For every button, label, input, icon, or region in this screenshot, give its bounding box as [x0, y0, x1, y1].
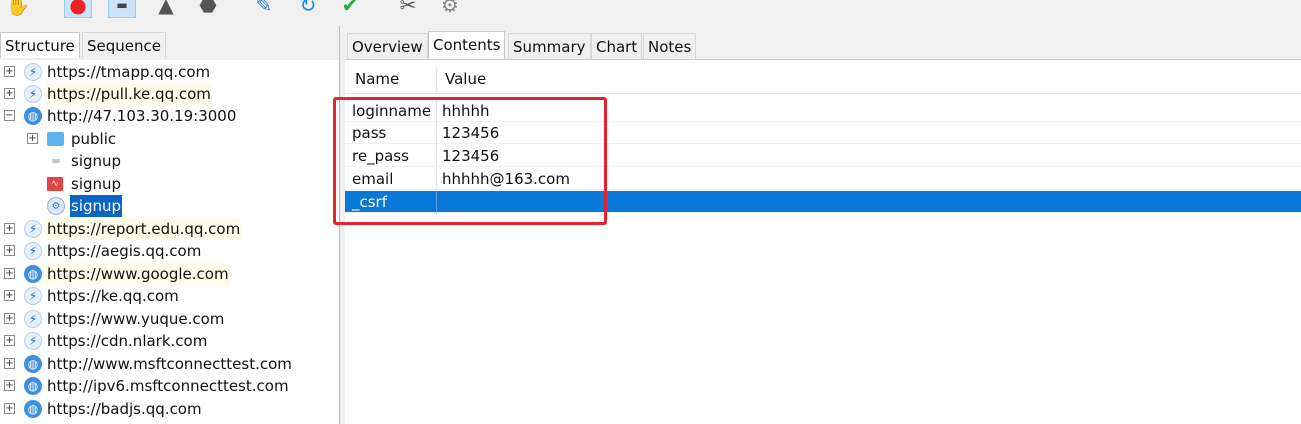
- record-icon[interactable]: ●: [64, 0, 92, 18]
- response-icon: ∿: [47, 177, 63, 191]
- tree-item-label: https://tmapp.qq.com: [47, 63, 211, 81]
- tree-item-label: http://47.103.30.19:3000: [47, 107, 237, 125]
- request-icon: ═: [52, 154, 60, 168]
- tree-row[interactable]: + ◍ https://www.google.com: [0, 263, 339, 285]
- bolt-icon: ⚡: [24, 310, 42, 328]
- tree-row[interactable]: + ⚡ https://cdn.nlark.com: [0, 330, 339, 352]
- tree-row[interactable]: + ◍ https://badjs.qq.com: [0, 398, 339, 420]
- bolt-icon: ⚡: [24, 85, 42, 103]
- tree-item-label: http://www.msftconnecttest.com: [47, 355, 292, 373]
- detail-panel: Overview Contents Summary Chart Notes Na…: [345, 26, 1301, 424]
- bolt-icon: ⚡: [24, 63, 42, 81]
- tree-item-label: https://www.yuque.com: [47, 310, 225, 328]
- globe-icon: ◍: [24, 400, 42, 418]
- host-tree: + ⚡ https://tmapp.qq.com + ⚡ https://pul…: [0, 26, 339, 424]
- expand-icon[interactable]: +: [4, 313, 15, 324]
- gear-icon: ⚙: [47, 197, 65, 215]
- tree-row[interactable]: + public: [0, 128, 339, 150]
- expand-icon[interactable]: +: [4, 290, 15, 301]
- tree-row[interactable]: − ◍ http://47.103.30.19:3000: [0, 105, 339, 127]
- folder-icon: [47, 132, 64, 146]
- tree-item-label: http://ipv6.msftconnecttest.com: [47, 377, 289, 395]
- bolt-icon: ⚡: [24, 287, 42, 305]
- tree-item-label: signup: [70, 195, 123, 217]
- expand-icon[interactable]: +: [27, 133, 38, 144]
- collapse-icon[interactable]: −: [4, 110, 15, 121]
- tree-item-label: https://pull.ke.qq.com: [46, 83, 212, 105]
- bolt-icon: ⚡: [24, 332, 42, 350]
- column-header-name[interactable]: Name: [355, 66, 399, 93]
- edit-icon[interactable]: ✎: [250, 0, 278, 18]
- tree-row[interactable]: + ⚡ https://www.yuque.com: [0, 308, 339, 330]
- tree-row[interactable]: ⚙ signup: [0, 195, 339, 217]
- tools-icon[interactable]: ✂: [394, 0, 422, 18]
- globe-icon: ◍: [24, 355, 42, 373]
- expand-icon[interactable]: +: [4, 66, 15, 77]
- tree-row[interactable]: + ⚡ https://pull.ke.qq.com: [0, 83, 339, 105]
- tree-item-label: https://cdn.nlark.com: [47, 332, 208, 350]
- bolt-icon: ⚡: [24, 242, 42, 260]
- tree-row[interactable]: + ⚡ https://tmapp.qq.com: [0, 61, 339, 83]
- settings-icon[interactable]: ⚙: [436, 0, 464, 18]
- tree-row[interactable]: ═ signup: [0, 150, 339, 172]
- globe-icon: ◍: [24, 377, 42, 395]
- pointer-hand-icon[interactable]: ✋: [4, 0, 32, 18]
- column-header-value[interactable]: Value: [445, 66, 486, 93]
- expand-icon[interactable]: +: [4, 223, 15, 234]
- structure-panel: Structure Sequence + ⚡ https://tmapp.qq.…: [0, 26, 340, 424]
- throttle-icon[interactable]: ▬: [108, 0, 136, 18]
- expand-icon[interactable]: +: [4, 358, 15, 369]
- expand-icon[interactable]: +: [4, 268, 15, 279]
- tab-contents[interactable]: Contents: [428, 31, 506, 59]
- tab-summary[interactable]: Summary: [508, 33, 591, 59]
- tree-item-label: https://ke.qq.com: [47, 287, 179, 305]
- tree-row[interactable]: + ⚡ https://ke.qq.com: [0, 285, 339, 307]
- tree-item-label: https://report.edu.qq.com: [46, 218, 242, 240]
- grid-header: Name Value: [345, 66, 1301, 94]
- bolt-icon: ⚡: [24, 220, 42, 238]
- clear-icon[interactable]: ▲: [152, 0, 180, 18]
- globe-icon: ◍: [24, 265, 42, 283]
- tree-item-label: https://badjs.qq.com: [47, 400, 202, 418]
- tab-chart[interactable]: Chart: [591, 33, 643, 59]
- tree-row[interactable]: ∿ signup: [0, 173, 339, 195]
- tree-item-label: signup: [71, 175, 122, 193]
- tree-row[interactable]: + ⚡ https://aegis.qq.com: [0, 240, 339, 262]
- tab-overview[interactable]: Overview: [347, 33, 428, 59]
- validate-icon[interactable]: ✔: [336, 0, 364, 18]
- toolbar: ✋ ● ▬ ▲ ⬣ ✎ ↻ ✔ ✂ ⚙: [0, 0, 1301, 26]
- column-divider[interactable]: [436, 68, 437, 92]
- tree-item-label: signup: [71, 152, 122, 170]
- expand-icon[interactable]: +: [4, 403, 15, 414]
- right-tab-bar: Overview Contents Summary Chart Notes: [345, 26, 1301, 59]
- tree-row[interactable]: + ◍ http://www.msftconnecttest.com: [0, 353, 339, 375]
- expand-icon[interactable]: +: [4, 335, 15, 346]
- expand-icon[interactable]: +: [4, 245, 15, 256]
- globe-icon: ◍: [24, 107, 42, 125]
- highlight-annotation-box: [333, 97, 607, 225]
- stop-icon[interactable]: ⬣: [194, 0, 222, 18]
- expand-icon[interactable]: +: [4, 88, 15, 99]
- tree-row[interactable]: + ⚡ https://report.edu.qq.com: [0, 218, 339, 240]
- expand-icon[interactable]: +: [4, 380, 15, 391]
- repeat-icon[interactable]: ↻: [294, 0, 322, 18]
- tree-item-label: https://www.google.com: [46, 263, 230, 285]
- tree-item-label: https://aegis.qq.com: [47, 242, 202, 260]
- tab-notes[interactable]: Notes: [643, 33, 697, 59]
- tree-row[interactable]: + ◍ http://ipv6.msftconnecttest.com: [0, 375, 339, 397]
- tree-item-label: public: [71, 130, 117, 148]
